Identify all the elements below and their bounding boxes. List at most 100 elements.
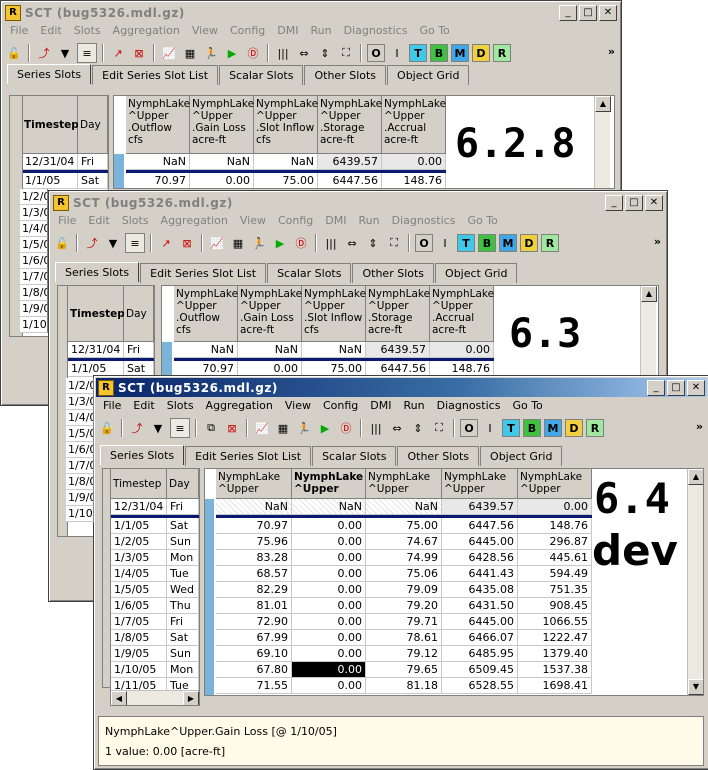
fit-height-icon[interactable]: ⇕	[409, 419, 427, 437]
menu-goto[interactable]: Go To	[507, 398, 549, 416]
scroll-left-button[interactable]: ◀	[111, 691, 127, 705]
list-icon[interactable]: ≡	[77, 43, 97, 63]
row-header-grid[interactable]: Timestep Day 12/31/04 Fri 1/1/05 Sat 1/2/05 S…	[110, 468, 200, 706]
timestep-cell[interactable]: 1/4/0	[20, 221, 48, 237]
letter-t-icon[interactable]: T	[502, 419, 520, 437]
data-cell[interactable]: 0.00	[292, 550, 366, 566]
data-cell[interactable]: 296.87	[518, 534, 592, 550]
open-slot-icon[interactable]: ↗	[157, 234, 175, 252]
letter-r-icon[interactable]: R	[541, 234, 559, 252]
timestep-cell[interactable]: 1/9/0	[66, 490, 94, 506]
data-cell[interactable]: 82.29	[216, 582, 292, 598]
data-cell[interactable]: 81.18	[366, 678, 442, 694]
toolbar-overflow-icon[interactable]: »	[654, 235, 661, 248]
tab-series-slots[interactable]: Series Slots	[55, 262, 140, 282]
letter-r-icon[interactable]: R	[586, 419, 604, 437]
data-cell[interactable]: 71.55	[216, 678, 292, 694]
menu-run[interactable]: Run	[354, 213, 387, 231]
data-cell[interactable]: 908.45	[518, 598, 592, 614]
letter-i-icon[interactable]: I	[436, 234, 454, 252]
data-cell[interactable]: 6447.56	[442, 518, 518, 534]
menu-aggregation[interactable]: Aggregation	[201, 398, 280, 416]
column-header-gain-loss[interactable]: NymphLake ^Upper	[292, 469, 366, 499]
timestep-cell[interactable]: 1/5/0	[66, 426, 94, 442]
letter-d-icon[interactable]: D	[472, 44, 490, 62]
timestep-cell[interactable]: 1/9/0	[20, 301, 48, 317]
data-cell[interactable]: NaN	[238, 342, 302, 358]
runner-icon[interactable]: 🏃	[202, 44, 220, 62]
letter-m-icon[interactable]: M	[451, 44, 469, 62]
data-cell[interactable]: 0.00	[292, 518, 366, 534]
day-cell[interactable]: Fri	[167, 614, 199, 630]
day-cell[interactable]: Sun	[167, 534, 199, 550]
timestep-cell[interactable]: 1/10	[66, 506, 94, 522]
calculator-icon[interactable]: ▦	[229, 234, 247, 252]
letter-d-icon[interactable]: D	[565, 419, 583, 437]
timestep-cell[interactable]: 1/5/05	[111, 582, 167, 598]
vertical-scrollbar[interactable]: ▲	[640, 286, 657, 378]
letter-m-icon[interactable]: M	[544, 419, 562, 437]
data-cell[interactable]: NaN	[254, 154, 318, 170]
data-cell[interactable]: 1379.40	[518, 646, 592, 662]
menu-edit[interactable]: Edit	[83, 213, 116, 231]
letter-o-icon[interactable]: O	[367, 44, 385, 62]
columns-icon[interactable]: |||	[274, 44, 292, 62]
tab-object-grid[interactable]: Object Grid	[387, 65, 470, 85]
menu-edit[interactable]: Edit	[128, 398, 161, 416]
lock-icon[interactable]: 🔓	[5, 44, 23, 62]
menu-dmi[interactable]: DMI	[272, 23, 305, 41]
letter-i-icon[interactable]: I	[388, 44, 406, 62]
filter-icon[interactable]: ▼	[149, 419, 167, 437]
menu-aggregation[interactable]: Aggregation	[156, 213, 235, 231]
data-cell[interactable]: NaN	[174, 342, 238, 358]
menu-config[interactable]: Config	[273, 213, 320, 231]
calculator-icon[interactable]: ▦	[181, 44, 199, 62]
timestep-cell[interactable]: 12/31/04	[111, 499, 167, 515]
column-header-storage[interactable]: NymphLake ^Upper .Storage acre-ft	[318, 96, 382, 154]
data-cell[interactable]: 79.09	[366, 582, 442, 598]
data-cell[interactable]: 0.00	[292, 598, 366, 614]
data-cell[interactable]: 79.12	[366, 646, 442, 662]
columns-icon[interactable]: |||	[322, 234, 340, 252]
data-cell[interactable]: 6439.57	[318, 154, 382, 170]
data-cell[interactable]: 0.00	[190, 173, 254, 188]
toolbar-overflow-icon[interactable]: »	[696, 420, 703, 433]
menu-view[interactable]: View	[187, 23, 225, 41]
data-cell[interactable]: 67.99	[216, 630, 292, 646]
day-cell[interactable]: Thu	[167, 598, 199, 614]
data-cell[interactable]: 6431.50	[442, 598, 518, 614]
vertical-scrollbar[interactable]: ▲	[594, 96, 611, 188]
data-cell[interactable]: 0.00	[382, 154, 446, 170]
day-cell[interactable]: Mon	[167, 550, 199, 566]
plot-icon[interactable]: ⤴	[83, 234, 101, 252]
fit-width-icon[interactable]: ⇔	[388, 419, 406, 437]
calculator-icon[interactable]: ▦	[274, 419, 292, 437]
lock-icon[interactable]: 🔓	[98, 419, 116, 437]
tab-object-grid[interactable]: Object Grid	[480, 446, 563, 466]
fit-width-icon[interactable]: ⇔	[343, 234, 361, 252]
fit-all-icon[interactable]: ⛶	[430, 419, 448, 437]
data-cell[interactable]: NaN	[126, 154, 190, 170]
timestep-cell[interactable]: 1/10/05	[111, 662, 167, 678]
data-cell[interactable]: 75.00	[254, 173, 318, 188]
fit-all-icon[interactable]: ⛶	[385, 234, 403, 252]
tab-object-grid[interactable]: Object Grid	[435, 263, 518, 283]
data-cell[interactable]: 75.06	[366, 566, 442, 582]
column-header-timestep[interactable]: Timestep	[68, 286, 125, 342]
timestep-cell[interactable]: 1/7/0	[66, 458, 94, 474]
data-cell[interactable]: 6435.08	[442, 582, 518, 598]
delete-slot-icon[interactable]: ⊠	[223, 419, 241, 437]
runner-icon[interactable]: 🏃	[295, 419, 313, 437]
data-cell[interactable]: 74.99	[366, 550, 442, 566]
column-header-storage[interactable]: NymphLake ^Upper	[442, 469, 518, 499]
timestep-cell[interactable]: 1/2/0	[66, 378, 94, 394]
data-cell[interactable]: 70.97	[126, 173, 190, 188]
tab-series-slots[interactable]: Series Slots	[100, 445, 185, 465]
data-cell[interactable]: 6441.43	[442, 566, 518, 582]
data-cell[interactable]: NaN	[216, 499, 292, 515]
tab-other-slots[interactable]: Other Slots	[397, 446, 480, 466]
graph-icon[interactable]: 📈	[160, 44, 178, 62]
data-cell[interactable]: 0.00	[292, 630, 366, 646]
data-cell[interactable]: 6428.56	[442, 550, 518, 566]
menu-dmi[interactable]: DMI	[365, 398, 398, 416]
